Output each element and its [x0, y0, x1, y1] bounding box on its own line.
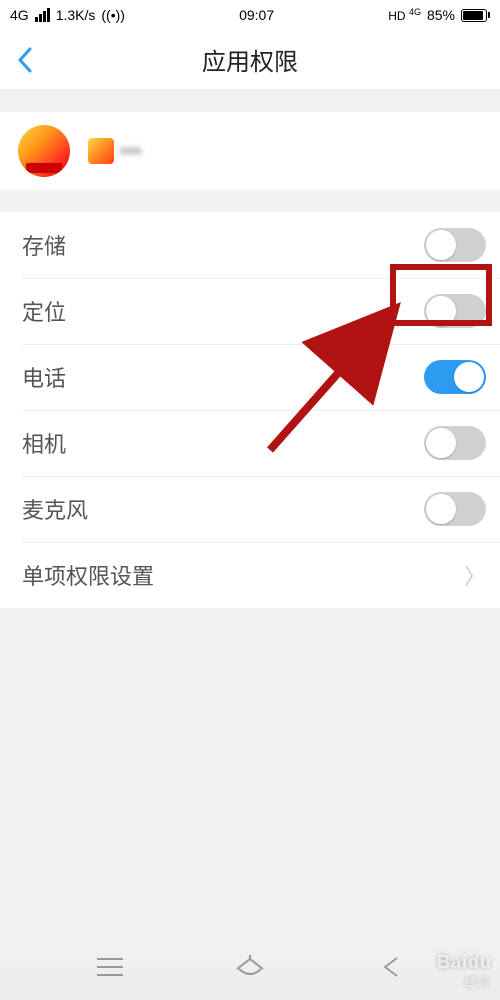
app-mini-icon [88, 138, 114, 164]
perm-row-detail[interactable]: 单项权限设置 〉 [0, 542, 500, 608]
hd-icon: HD 4G [388, 8, 421, 22]
perm-row-location: 定位 [0, 278, 500, 344]
status-time: 09:07 [239, 7, 274, 23]
toggle-microphone[interactable] [424, 492, 486, 526]
toggle-storage[interactable] [424, 228, 486, 262]
nav-recents-button[interactable] [90, 947, 130, 987]
back-button[interactable] [10, 45, 40, 75]
app-icon [18, 125, 70, 177]
battery-icon [461, 9, 490, 22]
perm-label: 相机 [22, 427, 66, 459]
chevron-right-icon: 〉 [464, 559, 486, 591]
network-type: 4G [10, 7, 29, 23]
page-header: 应用权限 [0, 30, 500, 90]
perm-row-microphone: 麦克风 [0, 476, 500, 542]
perm-label: 存储 [22, 229, 66, 261]
permission-list: 存储 定位 电话 相机 麦克风 单项权限设置 〉 [0, 212, 500, 608]
status-right: HD 4G 85% [388, 7, 490, 23]
home-icon [233, 955, 267, 979]
nav-home-button[interactable] [230, 947, 270, 987]
system-nav-bar [0, 934, 500, 1000]
toggle-phone[interactable] [424, 360, 486, 394]
app-info-row[interactable]: ▪▪▪ [0, 112, 500, 190]
menu-icon [95, 956, 125, 978]
toggle-location[interactable] [424, 294, 486, 328]
chevron-left-icon [17, 47, 33, 73]
back-icon [379, 955, 401, 979]
status-left: 4G 1.3K/s ((•)) [10, 7, 125, 23]
perm-row-camera: 相机 [0, 410, 500, 476]
page-title: 应用权限 [202, 42, 298, 77]
app-name: ▪▪▪ [120, 140, 141, 163]
nav-back-button[interactable] [370, 947, 410, 987]
battery-percent: 85% [427, 7, 455, 23]
status-bar: 4G 1.3K/s ((•)) 09:07 HD 4G 85% [0, 0, 500, 30]
perm-label: 电话 [22, 361, 66, 393]
signal-icon [35, 8, 50, 22]
perm-label: 定位 [22, 295, 66, 327]
perm-row-phone: 电话 [0, 344, 500, 410]
perm-label: 单项权限设置 [22, 559, 154, 591]
perm-label: 麦克风 [22, 493, 88, 525]
toggle-camera[interactable] [424, 426, 486, 460]
data-speed: 1.3K/s [56, 7, 96, 23]
hotspot-icon: ((•)) [101, 7, 125, 23]
perm-row-storage: 存储 [0, 212, 500, 278]
